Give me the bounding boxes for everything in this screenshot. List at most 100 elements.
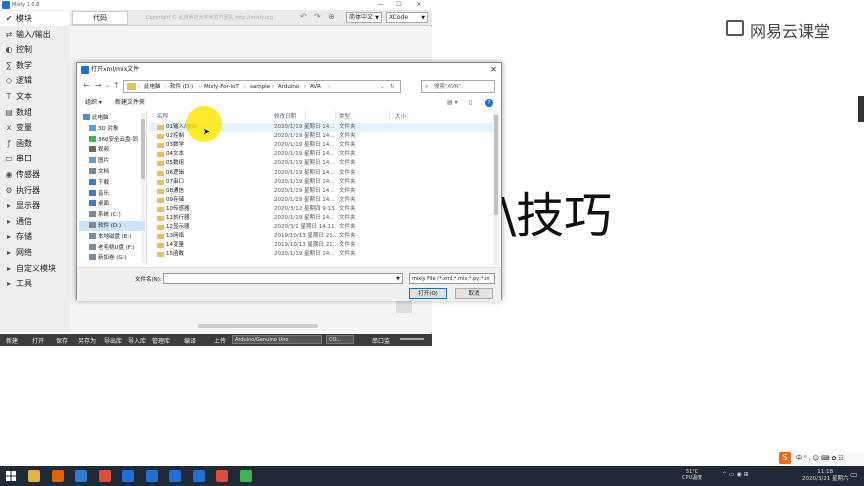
taskbar-mixly3-icon[interactable] bbox=[169, 470, 181, 482]
open-button[interactable]: 打开 bbox=[32, 336, 44, 345]
save-as-button[interactable]: 另存为 bbox=[78, 336, 96, 345]
refresh-icon[interactable]: ↻ bbox=[390, 81, 395, 93]
manage-lib-button[interactable]: 管理库 bbox=[152, 336, 170, 345]
sidebar-category[interactable]: ▸ 通信 bbox=[0, 214, 70, 229]
sidebar-category[interactable]: ▸ 自定义模块 bbox=[0, 261, 70, 276]
taskbar-explorer-icon[interactable] bbox=[28, 470, 40, 482]
breadcrumb-item[interactable]: 软件 (D:) bbox=[170, 81, 193, 93]
sidebar-category[interactable]: ▸ 网络 bbox=[0, 245, 70, 260]
windows-start-icon[interactable] bbox=[6, 471, 16, 481]
tree-item[interactable]: 新加卷 (G:) bbox=[79, 253, 145, 263]
taskbar-mixly4-icon[interactable] bbox=[192, 470, 205, 482]
tray-network-icon[interactable]: ⌃ ▭ ◉ ⊞ bbox=[722, 471, 749, 478]
upload-button[interactable]: 上传 bbox=[214, 336, 226, 345]
taskbar-firefox-icon[interactable] bbox=[51, 470, 64, 482]
compile-button[interactable]: 编译 bbox=[184, 336, 196, 345]
side-panel-handle[interactable] bbox=[858, 96, 864, 122]
column-header-type[interactable]: 类型 bbox=[339, 112, 350, 120]
sidebar-category[interactable]: ✔ 模块 bbox=[0, 11, 70, 26]
preview-pane-icon[interactable]: ▯ bbox=[469, 96, 472, 110]
zoom-slider[interactable] bbox=[400, 338, 424, 340]
file-row[interactable]: 10传感器 2020/3/12 星期四 9:13 文件夹 bbox=[149, 205, 493, 214]
sidebar-category[interactable]: ▸ 显示器 bbox=[0, 198, 70, 213]
minimize-button[interactable]: — bbox=[374, 0, 388, 10]
import-lib-button[interactable]: 导入库 bbox=[128, 336, 146, 345]
sidebar-category[interactable]: ∑ 数学 bbox=[0, 58, 70, 73]
close-button[interactable]: ✕ bbox=[412, 0, 426, 10]
dialog-search-input[interactable]: ⌕ 搜索"AVR" bbox=[421, 80, 495, 93]
breadcrumb-item[interactable]: Mixly-For-IoT bbox=[204, 81, 239, 93]
breadcrumb-item[interactable]: 此电脑 bbox=[144, 81, 161, 93]
system-clock[interactable]: 11:18 2020/3/21 星期六 bbox=[802, 469, 848, 483]
sidebar-category[interactable]: ⚙ 执行器 bbox=[0, 183, 70, 198]
taskbar-mixly1-icon[interactable] bbox=[122, 470, 134, 482]
sidebar-category[interactable]: x 变量 bbox=[0, 120, 70, 135]
column-header-date[interactable]: 修改日期 bbox=[274, 112, 296, 120]
taskbar-app-red-icon[interactable] bbox=[216, 470, 228, 482]
sidebar-category[interactable]: ▸ 存储 bbox=[0, 229, 70, 244]
breadcrumb-item[interactable]: sample bbox=[250, 81, 270, 93]
ime-toolbar[interactable]: 中 ° , ☺ ⌨ ✿ ☷ bbox=[780, 453, 864, 465]
file-row[interactable]: 15函数 2020/1/19 星期日 14... 文件夹 bbox=[149, 250, 493, 259]
file-row[interactable]: 08通信 2020/1/19 星期日 14... 文件夹 bbox=[149, 187, 493, 196]
file-row[interactable]: 04文本 2020/1/19 星期日 14... 文件夹 bbox=[149, 150, 493, 159]
taskbar-browser2-icon[interactable] bbox=[98, 470, 111, 482]
filename-input[interactable]: ▼ bbox=[163, 273, 403, 284]
chevron-down-icon[interactable]: ⌄ bbox=[105, 82, 110, 89]
theme-select[interactable]: XCode ▼ bbox=[386, 12, 428, 23]
file-row[interactable]: 07串口 2020/1/19 星期日 14... 文件夹 bbox=[149, 178, 493, 187]
tree-item[interactable]: 音乐 bbox=[79, 189, 145, 199]
new-button[interactable]: 新建 bbox=[6, 336, 18, 345]
maximize-button[interactable]: ☐ bbox=[392, 0, 406, 10]
back-arrow-icon[interactable]: ← bbox=[83, 81, 90, 90]
breadcrumb-item[interactable]: Arduino bbox=[278, 81, 299, 93]
column-header-name[interactable]: 名称 bbox=[157, 112, 168, 120]
tree-item[interactable]: 360安全云盘-同 bbox=[79, 135, 145, 145]
chevron-down-icon[interactable]: ▼ bbox=[396, 274, 400, 284]
view-options-icon[interactable]: ▤ ▾ bbox=[447, 96, 458, 110]
file-row[interactable]: 09存储 2020/1/19 星期日 14... 文件夹 bbox=[149, 196, 493, 205]
tree-item[interactable]: 软件 (D:) bbox=[79, 221, 145, 231]
sidebar-category[interactable]: ƒ 函数 bbox=[0, 136, 70, 151]
save-button[interactable]: 保存 bbox=[56, 336, 68, 345]
tab-code[interactable]: 代码 bbox=[72, 11, 128, 25]
redo-icon[interactable]: ↷ bbox=[314, 12, 321, 21]
port-select[interactable]: CO... bbox=[326, 335, 354, 344]
file-row[interactable]: 14变量 2019/10/13 星期日 21... 文件夹 bbox=[149, 241, 493, 250]
tree-item[interactable]: 3D 对象 bbox=[79, 124, 145, 134]
language-select[interactable]: 简体中文 ▼ bbox=[346, 12, 382, 23]
taskbar-app-green-icon[interactable] bbox=[239, 470, 252, 482]
export-lib-button[interactable]: 导出库 bbox=[104, 336, 122, 345]
sidebar-category[interactable]: ▭ 串口 bbox=[0, 151, 70, 166]
tree-item[interactable]: 桌面 bbox=[79, 199, 145, 209]
tree-item[interactable]: 此电脑 bbox=[79, 113, 145, 123]
sogou-ime-icon[interactable]: S bbox=[779, 452, 791, 464]
sidebar-category[interactable]: ▤ 数组 bbox=[0, 105, 70, 120]
sidebar-category[interactable]: T 文本 bbox=[0, 89, 70, 104]
tree-item[interactable]: 图片 bbox=[79, 156, 145, 166]
sidebar-category[interactable]: ◇ 逻辑 bbox=[0, 73, 70, 88]
taskbar-browser-icon[interactable] bbox=[75, 470, 87, 482]
file-row[interactable]: 06逻辑 2020/1/19 星期日 14... 文件夹 bbox=[149, 169, 493, 178]
cancel-button[interactable]: 取消 bbox=[455, 288, 493, 299]
sidebar-category[interactable]: ◉ 传感器 bbox=[0, 167, 70, 182]
board-select[interactable]: Arduino/Genuino Uno bbox=[232, 335, 322, 344]
file-row[interactable]: 11执行器 2020/1/19 星期日 14... 文件夹 bbox=[149, 214, 493, 223]
file-row[interactable]: 05数组 2020/1/19 星期日 14... 文件夹 bbox=[149, 159, 493, 168]
open-file-button[interactable]: 打开(O) bbox=[409, 288, 447, 299]
address-bar[interactable]: › 此电脑 › 软件 (D:) › Mixly-For-IoT › sample… bbox=[123, 80, 401, 93]
help-icon[interactable]: ? bbox=[485, 99, 493, 107]
undo-icon[interactable]: ↶ bbox=[300, 12, 307, 21]
column-header-size[interactable]: 大小 bbox=[395, 112, 406, 120]
sidebar-category[interactable]: ⇄ 输入/输出 bbox=[0, 27, 70, 42]
workspace-horizontal-scrollbar[interactable] bbox=[198, 324, 318, 328]
file-row[interactable]: 03数学 2020/1/19 星期日 14... 文件夹 bbox=[149, 141, 493, 150]
zoom-in-icon[interactable]: ⊕ bbox=[328, 12, 335, 21]
tree-item[interactable]: 文档 bbox=[79, 167, 145, 177]
dialog-close-button[interactable]: ✕ bbox=[490, 63, 497, 77]
tree-item[interactable]: 下载 bbox=[79, 178, 145, 188]
organize-button[interactable]: 组织 ▾ bbox=[85, 96, 102, 110]
chevron-down-icon[interactable]: ⌄ bbox=[380, 81, 385, 93]
file-list-scrollbar[interactable] bbox=[493, 111, 499, 265]
up-arrow-icon[interactable]: ↑ bbox=[113, 81, 120, 90]
